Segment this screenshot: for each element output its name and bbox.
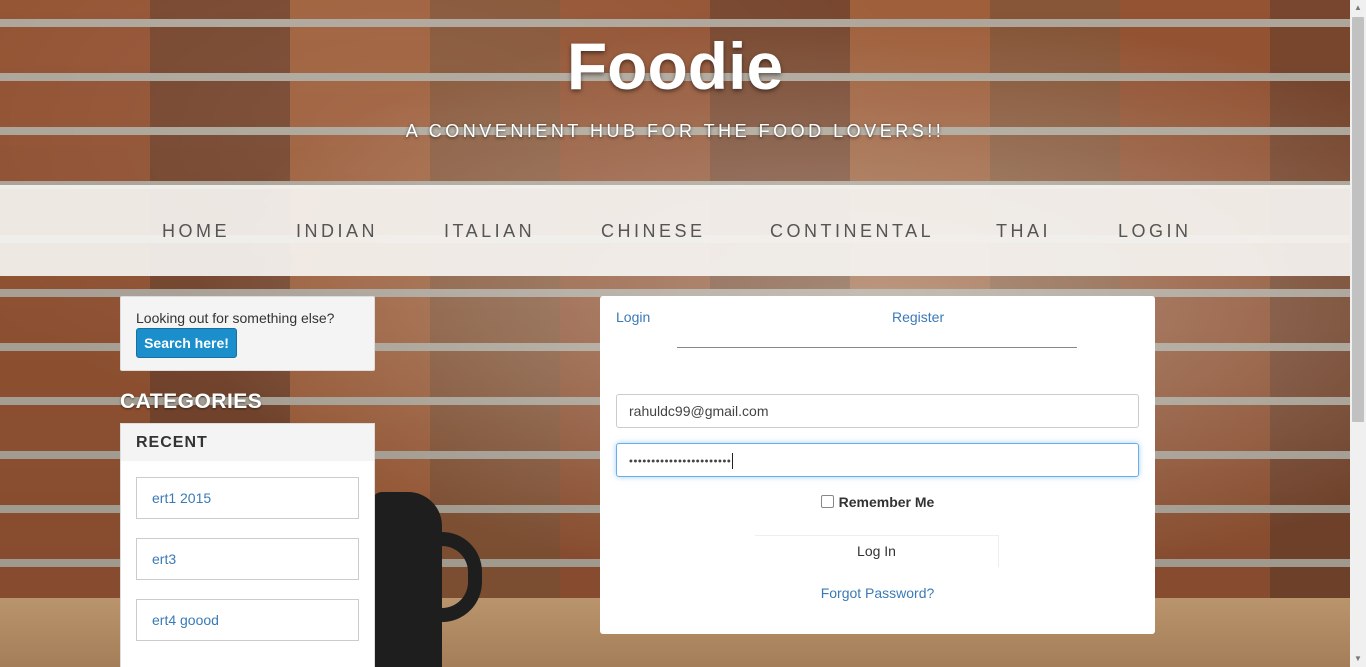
email-field[interactable]: rahuldc99@gmail.com [616, 394, 1139, 428]
password-mask: ••••••••••••••••••••••• [629, 455, 732, 468]
recent-item[interactable]: ert1 2015 [136, 477, 359, 519]
nav-item-chinese[interactable]: CHINESE [601, 221, 706, 242]
vertical-scrollbar[interactable]: ▲ ▼ [1350, 0, 1366, 667]
search-button[interactable]: Search here! [136, 328, 237, 358]
nav-item-thai[interactable]: THAI [996, 221, 1051, 242]
site-tagline: A CONVENIENT HUB FOR THE FOOD LOVERS!! [405, 121, 945, 141]
nav-item-continental[interactable]: CONTINENTAL [770, 221, 934, 242]
tab-register[interactable]: Register [892, 309, 944, 325]
nav-item-login[interactable]: LOGIN [1118, 221, 1192, 242]
recent-panel: RECENT ert1 2015 ert3 ert4 goood [120, 423, 375, 667]
remember-me-checkbox[interactable] [820, 495, 834, 508]
remember-me-label[interactable]: Remember Me [839, 494, 935, 510]
triangle-up-icon[interactable]: ▲ [1350, 0, 1366, 16]
nav-item-home[interactable]: HOME [162, 221, 230, 242]
log-in-button[interactable]: Log In [755, 535, 999, 567]
recent-item[interactable]: ert3 [136, 538, 359, 580]
categories-heading: CATEGORIES [120, 390, 263, 413]
forgot-password-link[interactable]: Forgot Password? [600, 585, 1155, 601]
tab-divider [677, 347, 1077, 348]
remember-me: Remember Me [600, 494, 1155, 510]
search-prompt: Looking out for something else? [136, 310, 335, 326]
triangle-down-icon[interactable]: ▼ [1350, 651, 1366, 667]
nav-item-italian[interactable]: ITALIAN [444, 221, 535, 242]
nav-item-indian[interactable]: INDIAN [296, 221, 378, 242]
main-nav: HOME INDIAN ITALIAN CHINESE CONTINENTAL … [0, 185, 1350, 276]
search-widget: Looking out for something else? Search h… [120, 296, 375, 371]
scrollbar-thumb[interactable] [1352, 17, 1364, 422]
password-field[interactable]: ••••••••••••••••••••••• [616, 443, 1139, 477]
recent-item[interactable]: ert4 goood [136, 599, 359, 641]
site-title: Foodie [566, 29, 784, 103]
tab-login[interactable]: Login [616, 309, 650, 325]
login-panel: Login Register rahuldc99@gmail.com •••••… [600, 296, 1155, 634]
text-caret [732, 453, 734, 470]
recent-heading: RECENT [121, 424, 374, 461]
